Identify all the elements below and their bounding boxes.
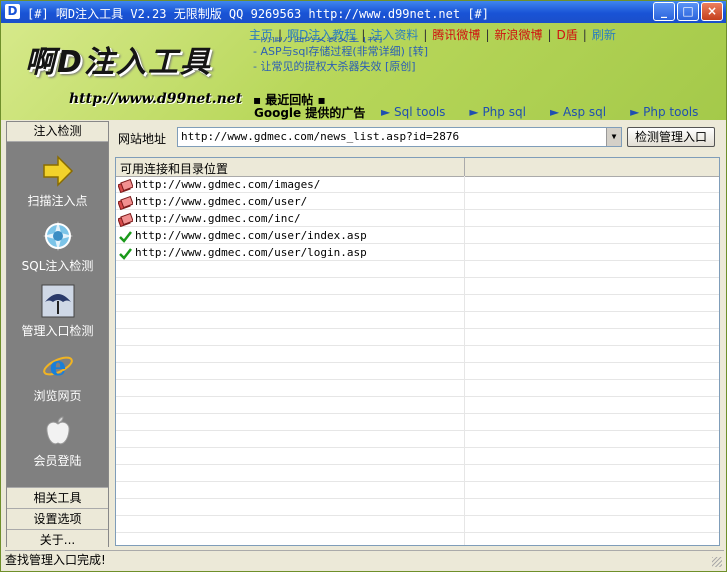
news-item[interactable]: - ASP与sql存储过程(非常详细) [转]	[253, 44, 428, 59]
apple-icon	[45, 416, 70, 445]
ie-icon: e	[42, 352, 73, 382]
minimize-button[interactable]: _	[653, 2, 675, 21]
folder-key-icon	[118, 178, 133, 193]
status-bar: 查找管理入口完成!	[5, 550, 724, 569]
table-row[interactable]: http://www.gdmec.com/user/	[116, 194, 719, 211]
sidebar-item-label: 扫描注入点	[27, 194, 88, 208]
tool-links: ► Sql tools ► Php sql ► Asp sql ► Php tools	[381, 105, 722, 119]
table-row[interactable]: http://www.gdmec.com/user/index.asp	[116, 228, 719, 245]
nav-dshield[interactable]: D盾	[557, 28, 578, 42]
checkmark-icon	[119, 231, 132, 243]
folder-key-icon	[118, 195, 133, 210]
logo-text: 啊D注入工具	[25, 45, 212, 80]
sidebar-settings-button[interactable]: 设置选项	[7, 508, 108, 529]
news-item[interactable]: - 让常见的提权大杀器失效 [原创]	[253, 59, 428, 74]
detect-admin-button[interactable]: 检测管理入口	[627, 127, 715, 147]
sidebar-item-admin-detect[interactable]: 管理入口检测	[7, 284, 108, 339]
asp-sql-link[interactable]: ► Asp sql	[550, 105, 606, 119]
sidebar-item-scan[interactable]: 扫描注入点	[7, 154, 108, 209]
umbrella-icon	[41, 284, 74, 318]
list-header: 可用连接和目录位置	[116, 158, 719, 177]
nav-separator: |	[485, 28, 490, 42]
maximize-button[interactable]: □	[677, 2, 699, 21]
syringe-icon	[42, 221, 73, 251]
brand-url[interactable]: http://www.d99net.net	[69, 91, 242, 107]
column-divider	[464, 158, 465, 176]
sidebar-item-label: 浏览网页	[33, 389, 82, 403]
sidebar-header-injection[interactable]: 注入检测	[7, 122, 108, 142]
column-header-links[interactable]: 可用连接和目录位置	[120, 160, 228, 177]
nav-sina-weibo[interactable]: 新浪微博	[494, 28, 542, 42]
sidebar-item-sql-detect[interactable]: SQL注入检测	[7, 219, 108, 274]
php-sql-link[interactable]: ► Php sql	[469, 105, 526, 119]
checkmark-icon	[119, 248, 132, 260]
folder-key-icon	[118, 212, 133, 227]
table-row[interactable]: http://www.gdmec.com/images/	[116, 177, 719, 194]
php-tools-link[interactable]: ► Php tools	[630, 105, 698, 119]
svg-text:e: e	[49, 352, 66, 382]
status-text: 查找管理入口完成!	[5, 553, 106, 567]
sidebar-item-label: SQL注入检测	[21, 259, 94, 273]
row-url: http://www.gdmec.com/user/index.asp	[135, 229, 367, 242]
sql-tools-link[interactable]: ► Sql tools	[381, 105, 445, 119]
sidebar-item-label: 管理入口检测	[21, 324, 94, 338]
google-ads-label[interactable]: Google 提供的广告	[254, 104, 365, 121]
url-input[interactable]: http://www.gdmec.com/news_list.asp?id=28…	[177, 127, 622, 147]
row-url: http://www.gdmec.com/user/	[135, 195, 308, 208]
news-item[interactable]: - 防御方面的安装安全 [转]	[253, 37, 428, 44]
url-label: 网站地址	[118, 132, 167, 146]
sidebar-item-login[interactable]: 会员登陆	[7, 414, 108, 469]
sidebar: 注入检测 扫描注入点 SQL注入检测 管理入口检测 e 浏览网页 会员登陆 相关…	[6, 121, 109, 550]
table-row[interactable]: http://www.gdmec.com/inc/	[116, 211, 719, 228]
nav-separator: |	[582, 28, 587, 42]
news-list: - 防御方面的安装安全 [转] - ASP与sql存储过程(非常详细) [转] …	[253, 37, 428, 74]
row-url: http://www.gdmec.com/user/login.asp	[135, 246, 367, 259]
app-icon: D	[5, 4, 20, 19]
app-window: D [#] 啊D注入工具 V2.23 无限制版 QQ 9269563 http:…	[0, 0, 727, 572]
url-input-value: http://www.gdmec.com/news_list.asp?id=28…	[181, 130, 460, 143]
row-url: http://www.gdmec.com/inc/	[135, 212, 301, 225]
sidebar-item-browse[interactable]: e 浏览网页	[7, 349, 108, 404]
title-bar[interactable]: D [#] 啊D注入工具 V2.23 无限制版 QQ 9269563 http:…	[1, 1, 726, 23]
results-list[interactable]: 可用连接和目录位置 http://www.gdmec.com/images/ h…	[115, 157, 720, 546]
nav-tencent-weibo[interactable]: 腾讯微博	[432, 28, 480, 42]
sidebar-item-label: 会员登陆	[33, 454, 82, 468]
nav-refresh[interactable]: 刷新	[592, 28, 616, 42]
arrow-icon	[42, 155, 73, 187]
table-row[interactable]: http://www.gdmec.com/user/login.asp	[116, 245, 719, 262]
row-url: http://www.gdmec.com/images/	[135, 178, 321, 191]
resize-grip-icon[interactable]	[712, 557, 722, 567]
sidebar-tools-button[interactable]: 相关工具	[7, 487, 108, 508]
url-dropdown-button[interactable]: ▼	[606, 128, 621, 146]
sidebar-about-button[interactable]: 关于...	[7, 529, 108, 550]
banner: 啊D注入工具 http://www.d99net.net 主页 | 啊D注入教程 | 注…	[1, 23, 726, 121]
window-title: [#] 啊D注入工具 V2.23 无限制版 QQ 9269563 http://…	[27, 7, 490, 21]
close-button[interactable]: ×	[701, 2, 723, 21]
nav-separator: |	[547, 28, 552, 42]
